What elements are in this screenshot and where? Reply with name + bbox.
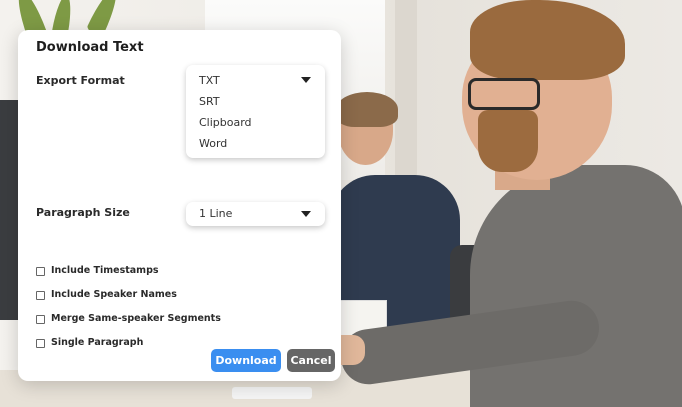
checkbox-label: Include Timestamps xyxy=(51,265,159,276)
chevron-down-icon[interactable] xyxy=(301,77,311,83)
download-text-dialog: Download Text Export Format TXT SRT Clip… xyxy=(18,30,341,381)
checkbox-label: Include Speaker Names xyxy=(51,289,177,300)
paragraph-size-select[interactable]: 1 Line xyxy=(186,202,325,226)
single-paragraph-checkbox[interactable] xyxy=(36,339,45,348)
paragraph-size-label: Paragraph Size xyxy=(36,206,130,219)
download-button[interactable]: Download xyxy=(211,349,281,372)
format-option-txt[interactable]: TXT xyxy=(199,74,220,87)
export-format-label: Export Format xyxy=(36,74,125,87)
checkbox-label: Merge Same-speaker Segments xyxy=(51,313,221,324)
dialog-title: Download Text xyxy=(36,40,144,55)
format-option-word[interactable]: Word xyxy=(199,137,227,150)
checkbox-label: Single Paragraph xyxy=(51,337,144,348)
format-option-srt[interactable]: SRT xyxy=(199,95,220,108)
include-speaker-names-checkbox[interactable] xyxy=(36,291,45,300)
chevron-down-icon[interactable] xyxy=(301,211,311,217)
paragraph-size-value: 1 Line xyxy=(199,207,233,220)
export-format-dropdown[interactable]: TXT SRT Clipboard Word xyxy=(186,65,325,158)
cancel-button[interactable]: Cancel xyxy=(287,349,335,372)
merge-same-speaker-checkbox[interactable] xyxy=(36,315,45,324)
format-option-clipboard[interactable]: Clipboard xyxy=(199,116,252,129)
include-timestamps-checkbox[interactable] xyxy=(36,267,45,276)
